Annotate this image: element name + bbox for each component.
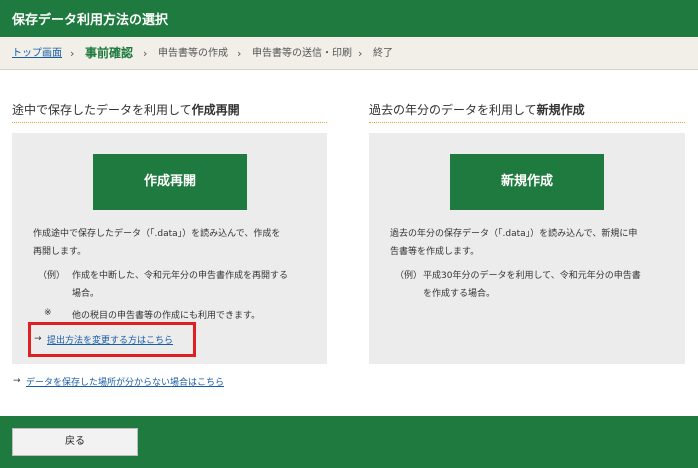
resume-example-text: 作成を中断した、令和元年分の申告書作成を再開する xyxy=(72,271,289,281)
resume-section-title-bold: 作成再開 xyxy=(191,103,240,117)
section-divider xyxy=(12,122,327,123)
new-example-text: 平成30年分のデータを利用して、令和元年分の申告書 xyxy=(423,271,641,281)
new-section-title: 過去の年分のデータを利用して新規作成 xyxy=(369,101,585,118)
resume-section-title-prefix: 途中で保存したデータを利用して xyxy=(12,103,192,117)
resume-example-tag: （例） xyxy=(38,271,66,281)
page-header: 保存データ利用方法の選択 xyxy=(0,0,698,37)
resume-section-title: 途中で保存したデータを利用して作成再開 xyxy=(12,101,240,118)
back-button[interactable]: 戻る xyxy=(12,428,138,456)
resume-note-text: 他の税目の申告書等の作成にも利用できます。 xyxy=(72,311,261,321)
change-submission-method-link[interactable]: 提出方法を変更する方はこちら xyxy=(47,333,173,346)
new-description-line: 過去の年分の保存データ（「.data」）を読み込んで、新規に申 xyxy=(390,229,638,239)
page-footer: 戻る xyxy=(0,416,698,468)
breadcrumb-current-step: 事前確認 xyxy=(85,46,134,60)
save-location-help-link[interactable]: データを保存した場所が分からない場合はこちら xyxy=(26,375,224,388)
resume-creation-button[interactable]: 作成再開 xyxy=(93,154,247,210)
breadcrumb: トップ画面 › 事前確認 › 申告書等の作成 › 申告書等の送信・印刷 › 終了 xyxy=(0,37,698,70)
breadcrumb-step-create: 申告書等の作成 xyxy=(158,48,228,59)
breadcrumb-step-finish: 終了 xyxy=(373,48,393,59)
page-title: 保存データ利用方法の選択 xyxy=(12,13,169,28)
breadcrumb-top-link[interactable]: トップ画面 xyxy=(12,37,62,70)
new-example-text: を作成する場合。 xyxy=(423,289,496,299)
new-description-line: 告書等を作成します。 xyxy=(390,247,480,257)
arrow-right-icon: → xyxy=(34,334,42,344)
breadcrumb-separator: › xyxy=(237,47,242,60)
section-divider xyxy=(369,122,685,123)
arrow-right-icon: → xyxy=(13,376,21,386)
breadcrumb-step-send: 申告書等の送信・印刷 xyxy=(252,48,352,59)
breadcrumb-separator: › xyxy=(143,47,148,60)
new-creation-button[interactable]: 新規作成 xyxy=(450,154,604,210)
resume-description-line: 作成途中で保存したデータ（「.data」）を読み込んで、作成を xyxy=(33,229,281,239)
breadcrumb-separator: › xyxy=(70,47,75,60)
breadcrumb-separator: › xyxy=(358,47,363,60)
new-section-title-prefix: 過去の年分のデータを利用して xyxy=(369,103,537,117)
new-section-title-bold: 新規作成 xyxy=(536,103,585,117)
resume-description-line: 再開します。 xyxy=(33,247,87,257)
resume-note-mark: ※ xyxy=(44,308,52,318)
resume-example-text: 場合。 xyxy=(72,289,100,299)
new-example-tag: （例） xyxy=(395,271,423,281)
